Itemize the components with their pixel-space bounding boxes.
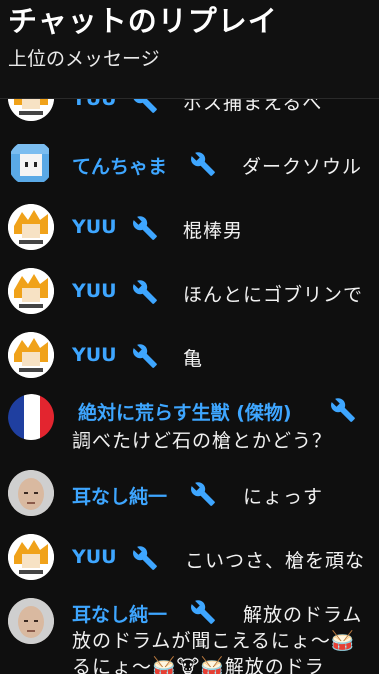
wrench-icon [132, 215, 158, 241]
chat-header: チャットのリプレイ 上位のメッセージ [0, 0, 379, 99]
chat-replay-list: YUU ボス捕まえるべ てんちゃま ダークソウル YUU 棍棒男 YUU ほんと… [0, 0, 379, 674]
wrench-icon [190, 599, 216, 625]
message-text: 亀 [183, 348, 204, 370]
message-text: ダークソウル [242, 156, 363, 178]
avatar[interactable] [8, 598, 54, 644]
avatar[interactable] [8, 534, 54, 580]
author-name[interactable]: 絶対に荒らす生獣 (傑物) [78, 398, 292, 425]
chat-message: YUU 亀 [0, 330, 379, 382]
wrench-icon [132, 343, 158, 369]
chat-message: YUU 棍棒男 [0, 202, 379, 254]
avatar[interactable] [8, 394, 54, 440]
wrench-icon [330, 397, 356, 423]
author-name[interactable]: YUU [72, 546, 117, 568]
message-text-line: るにょ～🥁🐮🥁解放のドラ [72, 656, 325, 674]
avatar[interactable] [8, 268, 54, 314]
message-text: 調べたけど石の槍とかどう？ [72, 430, 333, 452]
author-name[interactable]: YUU [72, 280, 117, 302]
message-text: ほんとにゴブリンで [183, 284, 364, 306]
message-text: こいつさ、槍を頑な [185, 550, 366, 572]
avatar[interactable] [8, 470, 54, 516]
chat-message: 絶対に荒らす生獣 (傑物) 調べたけど石の槍とかどう？ [0, 390, 379, 454]
author-name[interactable]: てんちゃま [72, 152, 167, 179]
message-text: にょっす [243, 486, 324, 508]
chat-message: YUU こいつさ、槍を頑な [0, 530, 379, 582]
page-title: チャットのリプレイ [8, 4, 278, 38]
author-name[interactable]: YUU [72, 216, 117, 238]
avatar[interactable] [8, 332, 54, 378]
chat-message: 耳なし純一 解放のドラム 放のドラムが聞こえるにょ～🥁 るにょ～🥁🐮🥁解放のドラ [0, 594, 379, 674]
chat-message: てんちゃま ダークソウル [0, 138, 379, 190]
message-text: 解放のドラム [243, 604, 363, 626]
message-text: 棍棒男 [183, 220, 244, 242]
wrench-icon [190, 481, 216, 507]
wrench-icon [132, 279, 158, 305]
avatar[interactable] [8, 204, 54, 250]
avatar[interactable] [8, 140, 54, 186]
top-messages-selector[interactable]: 上位のメッセージ [8, 44, 160, 71]
wrench-icon [132, 545, 158, 571]
chat-message: 耳なし純一 にょっす [0, 466, 379, 518]
author-name[interactable]: YUU [72, 344, 117, 366]
author-name[interactable]: 耳なし純一 [72, 482, 167, 509]
message-text-line: 放のドラムが聞こえるにょ～🥁 [72, 630, 356, 652]
wrench-icon [190, 151, 216, 177]
chat-message: YUU ほんとにゴブリンで [0, 266, 379, 318]
author-name[interactable]: 耳なし純一 [72, 600, 167, 627]
